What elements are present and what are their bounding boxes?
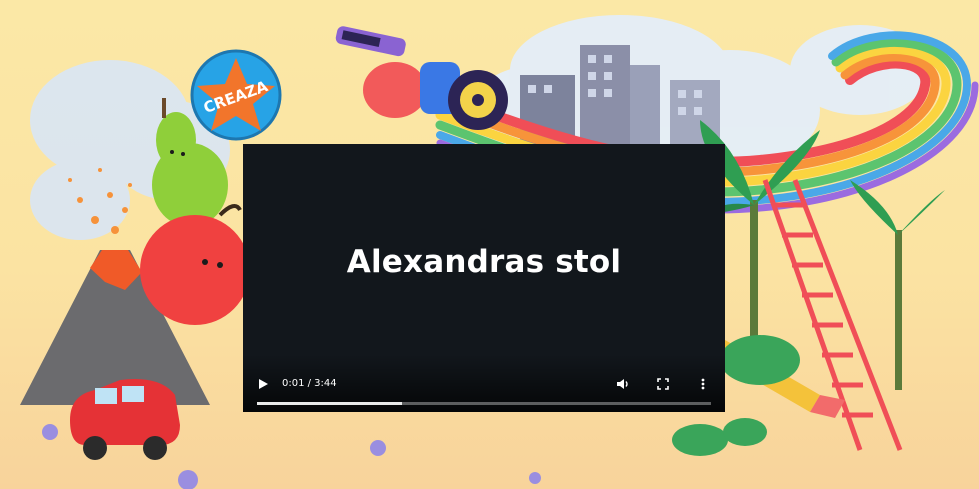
video-controls: 0:01 / 3:44 <box>243 354 725 412</box>
progress-bar[interactable] <box>257 402 711 405</box>
video-title: Alexandras stol <box>346 244 622 280</box>
volume-icon[interactable] <box>616 377 630 391</box>
creaza-badge: CREAZA <box>190 49 282 141</box>
more-options-icon[interactable] <box>699 377 707 391</box>
fullscreen-icon[interactable] <box>656 377 670 391</box>
play-icon[interactable] <box>257 378 269 390</box>
progress-buffered <box>257 402 403 405</box>
time-display: 0:01 / 3:44 <box>282 378 337 389</box>
video-player[interactable]: Alexandras stol 0:01 / 3:44 <box>243 144 725 412</box>
